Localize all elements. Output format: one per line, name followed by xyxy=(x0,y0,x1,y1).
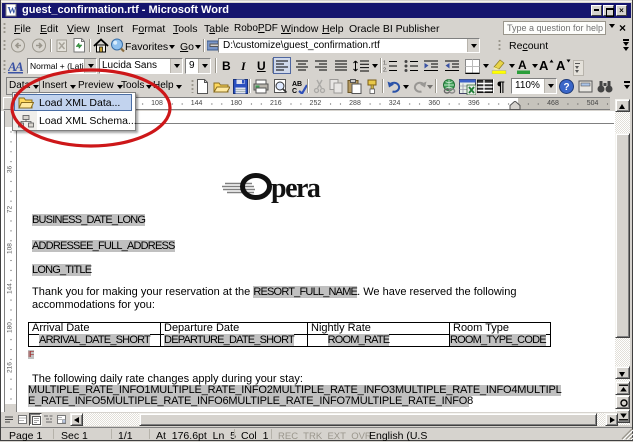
svg-text:A: A xyxy=(539,58,549,73)
svg-text:C: C xyxy=(292,88,297,94)
svg-text:W: W xyxy=(8,6,17,16)
svg-text:A: A xyxy=(556,58,566,73)
svg-text:1.: 1. xyxy=(383,61,388,67)
svg-text:?: ? xyxy=(564,82,570,93)
svg-text:A: A xyxy=(518,58,527,72)
svg-text:A: A xyxy=(14,59,24,74)
svg-text:pera: pera xyxy=(271,173,321,204)
svg-text:AB: AB xyxy=(292,81,302,88)
svg-text:2.: 2. xyxy=(383,68,388,73)
